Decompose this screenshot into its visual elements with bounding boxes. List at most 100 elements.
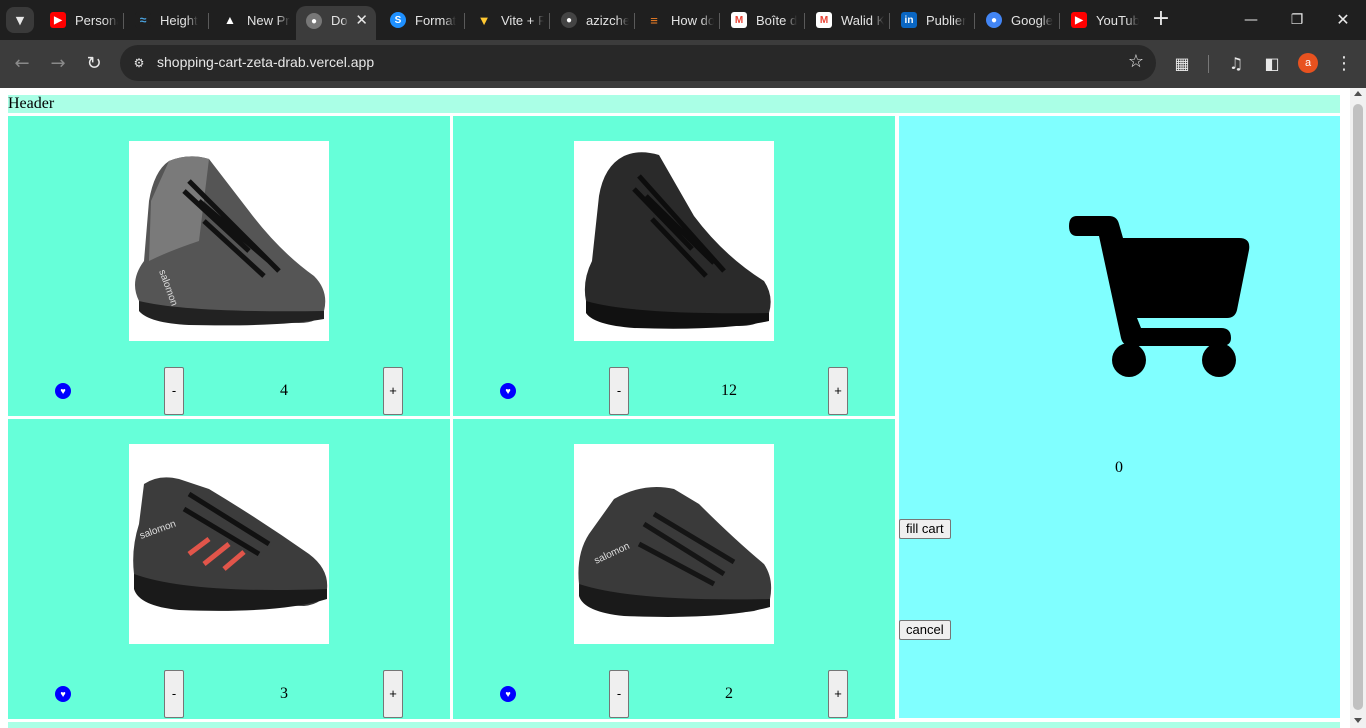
tab-divider <box>974 13 975 29</box>
tab-8[interactable]: ≡ How do <box>636 6 714 34</box>
tab-10[interactable]: M Walid K <box>806 6 884 34</box>
profile-avatar[interactable]: a <box>1298 53 1318 73</box>
tab-divider <box>208 13 209 29</box>
tab-title: Vite + R <box>501 12 544 28</box>
vercel-triangle-icon: ▲ <box>224 13 236 27</box>
page-header: Header <box>8 95 1340 113</box>
back-arrow-icon[interactable]: ← <box>8 50 36 78</box>
url-text[interactable]: shopping-cart-zeta-drab.vercel.app <box>157 54 374 70</box>
tab-12[interactable]: ● Google <box>976 6 1054 34</box>
scroll-up-arrow-icon[interactable] <box>1354 91 1362 96</box>
tab-11[interactable]: in Publier <box>891 6 969 34</box>
tab-divider <box>123 13 124 29</box>
decrease-quantity-button[interactable]: - <box>609 367 629 415</box>
height-app-icon: ≈ <box>135 12 151 28</box>
minimize-window-icon[interactable]: — <box>1236 8 1266 32</box>
site-settings-icon[interactable]: ⚙ <box>128 52 150 74</box>
vertical-scrollbar[interactable] <box>1350 88 1366 728</box>
product-image-salomon-quest-boot: salomon <box>129 141 329 341</box>
reload-icon[interactable]: ↻ <box>80 50 108 78</box>
tab-title: Height <box>160 12 198 28</box>
product-card: salomon ♥ - 3 + <box>8 419 450 719</box>
product-card: ♥ - 12 + <box>453 116 895 416</box>
side-panel-icon[interactable]: ◧ <box>1260 52 1284 76</box>
tab-divider <box>464 13 465 29</box>
quantity-value: 2 <box>725 685 733 702</box>
close-window-icon[interactable]: ✕ <box>1328 8 1358 32</box>
product-image-salomon-tactical-boot <box>574 141 774 341</box>
decrease-quantity-button[interactable]: - <box>164 670 184 718</box>
favorite-heart-icon[interactable]: ♥ <box>55 686 71 702</box>
tab-3[interactable]: ▲ New Pr <box>212 6 290 34</box>
tab-5[interactable]: S Format <box>380 6 460 34</box>
close-tab-icon[interactable]: ✕ <box>355 11 368 29</box>
product-card: salomon ♥ - 2 + <box>453 419 895 719</box>
tab-divider <box>1059 13 1060 29</box>
tab-2[interactable]: ≈ Height <box>125 6 203 34</box>
tab-title: Google <box>1011 12 1053 28</box>
tab-title: New Pr <box>247 12 290 28</box>
gmail-icon: M <box>731 12 747 28</box>
decrease-quantity-button[interactable]: - <box>164 367 184 415</box>
restore-window-icon[interactable]: ❐ <box>1282 8 1312 32</box>
bookmark-star-icon[interactable]: ☆ <box>1128 51 1144 72</box>
toolbar-divider <box>1208 55 1209 73</box>
quantity-value: 12 <box>721 382 737 399</box>
tab-title: Persona <box>75 12 118 28</box>
skype-icon: S <box>390 12 406 28</box>
tab-divider <box>719 13 720 29</box>
increase-quantity-button[interactable]: + <box>828 670 848 718</box>
github-icon: ● <box>561 12 577 28</box>
tab-title: Format <box>415 12 457 28</box>
tab-9[interactable]: M Boîte d <box>721 6 799 34</box>
youtube-icon: ▶ <box>50 12 66 28</box>
cart-panel: 0 fill cart cancel <box>899 116 1340 718</box>
favorite-heart-icon[interactable]: ♥ <box>500 383 516 399</box>
cart-count: 0 <box>1115 459 1123 476</box>
tab-1[interactable]: ▶ Persona <box>40 6 118 34</box>
product-image-salomon-xultra-mid: salomon <box>574 444 774 644</box>
favorite-heart-icon[interactable]: ♥ <box>500 686 516 702</box>
tab-7[interactable]: ● azizche <box>551 6 629 34</box>
new-tab-button[interactable]: + <box>1150 8 1172 32</box>
increase-quantity-button[interactable]: + <box>828 367 848 415</box>
page-footer <box>8 722 1340 728</box>
increase-quantity-button[interactable]: + <box>383 670 403 718</box>
browser-toolbar: ← → ↻ ⚙ shopping-cart-zeta-drab.vercel.a… <box>0 40 1366 88</box>
fill-cart-button[interactable]: fill cart <box>899 519 951 539</box>
tab-title: Publier <box>926 12 967 28</box>
extensions-puzzle-icon[interactable]: ▦ <box>1170 52 1194 76</box>
tab-title: YouTub <box>1096 12 1139 28</box>
product-image-salomon-xultra-low: salomon <box>129 444 329 644</box>
decrease-quantity-button[interactable]: - <box>609 670 629 718</box>
tab-title: azizche <box>586 12 629 28</box>
menu-kebab-icon[interactable]: ⋮ <box>1332 52 1356 76</box>
tab-divider <box>549 13 550 29</box>
cancel-button[interactable]: cancel <box>899 620 951 640</box>
tab-title: Boîte d <box>756 12 798 28</box>
increase-quantity-button[interactable]: + <box>383 367 403 415</box>
tab-6[interactable]: ▼ Vite + R <box>466 6 544 34</box>
product-card: salomon ♥ - 4 + <box>8 116 450 416</box>
tab-divider <box>804 13 805 29</box>
media-control-icon[interactable]: ♫ <box>1224 52 1248 76</box>
tab-search-button[interactable]: ▼ <box>6 7 34 33</box>
quantity-value: 4 <box>280 382 288 399</box>
tab-title: How do <box>671 12 714 28</box>
page-viewport: Header salomon ♥ - 4 + ♥ - 12 + salomon … <box>0 88 1350 728</box>
quantity-value: 3 <box>280 685 288 702</box>
shopping-cart-icon[interactable] <box>1069 216 1251 378</box>
scroll-down-arrow-icon[interactable] <box>1354 718 1362 723</box>
gmail-icon: M <box>816 12 832 28</box>
tab-title: Do <box>331 13 348 28</box>
vite-icon: ▼ <box>477 12 491 28</box>
scrollbar-thumb[interactable] <box>1353 104 1363 710</box>
forward-arrow-icon[interactable]: → <box>44 50 72 78</box>
address-bar[interactable]: ⚙ shopping-cart-zeta-drab.vercel.app ☆ <box>120 45 1156 81</box>
stackoverflow-icon: ≡ <box>650 12 658 28</box>
linkedin-icon: in <box>901 12 917 28</box>
tab-divider <box>889 13 890 29</box>
tab-13[interactable]: ▶ YouTub <box>1061 6 1139 34</box>
tab-4-active[interactable]: ● Do ✕ <box>296 6 376 40</box>
favorite-heart-icon[interactable]: ♥ <box>55 383 71 399</box>
